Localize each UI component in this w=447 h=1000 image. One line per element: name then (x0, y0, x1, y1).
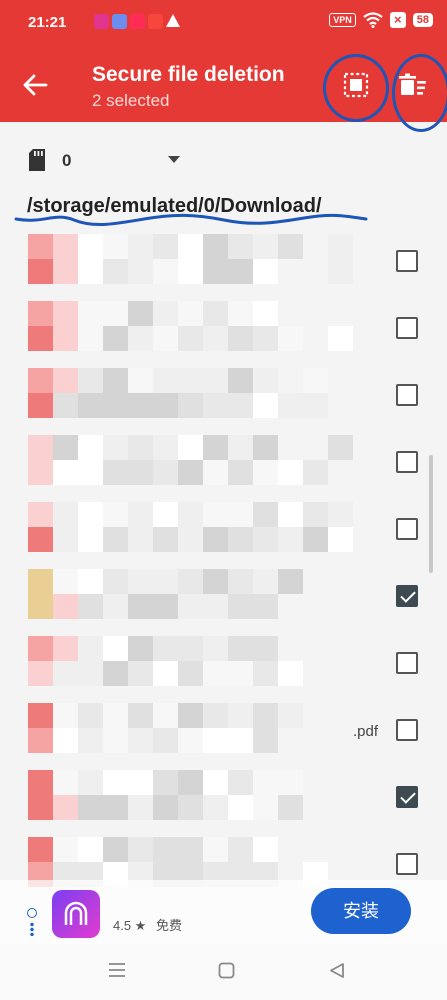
file-extension: .pdf (353, 723, 379, 740)
file-checkbox[interactable] (396, 518, 418, 540)
sim-off-icon: × (389, 12, 406, 28)
menu-icon[interactable] (108, 962, 126, 978)
file-item-blurred[interactable] (28, 368, 353, 430)
back-icon[interactable] (328, 962, 346, 979)
file-item-blurred[interactable] (28, 770, 353, 832)
file-row[interactable]: .pdf (0, 697, 447, 764)
selection-count: 2 selected (92, 91, 170, 110)
file-row[interactable] (0, 630, 447, 697)
file-checkbox[interactable] (396, 250, 418, 272)
music-icon (130, 14, 145, 29)
notification-icons (94, 14, 180, 29)
scrollbar-thumb[interactable] (429, 455, 433, 573)
file-list: .pdf (0, 228, 447, 894)
file-item-blurred[interactable] (28, 569, 353, 631)
file-item-blurred[interactable] (28, 435, 353, 497)
ad-rating-value: 4.5 ★ (113, 918, 147, 933)
storage-selector-value[interactable]: 0 (62, 151, 71, 171)
select-all-icon[interactable] (339, 68, 373, 102)
file-checkbox[interactable] (396, 853, 418, 875)
file-row[interactable] (0, 764, 447, 831)
file-checkbox[interactable] (396, 317, 418, 339)
battery-level: 58 (412, 13, 433, 27)
file-item-blurred[interactable] (28, 502, 353, 564)
home-icon[interactable] (218, 962, 236, 979)
video-play-icon (148, 14, 163, 29)
sd-card-icon (29, 149, 45, 171)
file-checkbox[interactable] (396, 719, 418, 741)
vpn-badge: VPN (329, 13, 356, 27)
file-checkbox[interactable] (396, 451, 418, 473)
file-checkbox[interactable] (396, 652, 418, 674)
file-row[interactable] (0, 295, 447, 362)
ad-price: 免费 (155, 918, 182, 933)
file-row[interactable] (0, 228, 447, 295)
annotation-underline (14, 213, 368, 227)
more-vert-icon[interactable] (30, 922, 34, 936)
ad-app-logo[interactable] (52, 890, 100, 938)
file-item-blurred[interactable] (28, 301, 353, 363)
status-time: 21:21 (28, 14, 67, 31)
warning-icon (166, 14, 180, 27)
chevron-down-icon[interactable] (168, 156, 180, 163)
page-title: Secure file deletion (92, 63, 285, 86)
install-button[interactable]: 安装 (311, 888, 411, 934)
file-checkbox[interactable] (396, 585, 418, 607)
file-item-blurred[interactable] (28, 703, 353, 765)
info-icon[interactable] (27, 908, 37, 918)
wifi-icon (363, 12, 383, 28)
file-row[interactable] (0, 362, 447, 429)
back-arrow-icon[interactable] (20, 70, 50, 100)
status-bar: 21:21 VPN × 58 (0, 0, 447, 50)
file-row[interactable] (0, 496, 447, 563)
file-item-blurred[interactable] (28, 234, 353, 296)
app-bar: Secure file deletion 2 selected (0, 50, 447, 122)
file-checkbox[interactable] (396, 384, 418, 406)
file-row[interactable] (0, 563, 447, 630)
ad-rating: 4.5 ★ 免费 (113, 915, 182, 934)
file-item-blurred[interactable] (28, 636, 353, 698)
delete-sweep-icon[interactable] (396, 68, 430, 102)
app-icon-pink (94, 14, 109, 29)
file-checkbox[interactable] (396, 786, 418, 808)
app-icon-colorful (112, 14, 127, 29)
file-row[interactable] (0, 429, 447, 496)
status-right-icons: VPN × 58 (329, 12, 433, 28)
